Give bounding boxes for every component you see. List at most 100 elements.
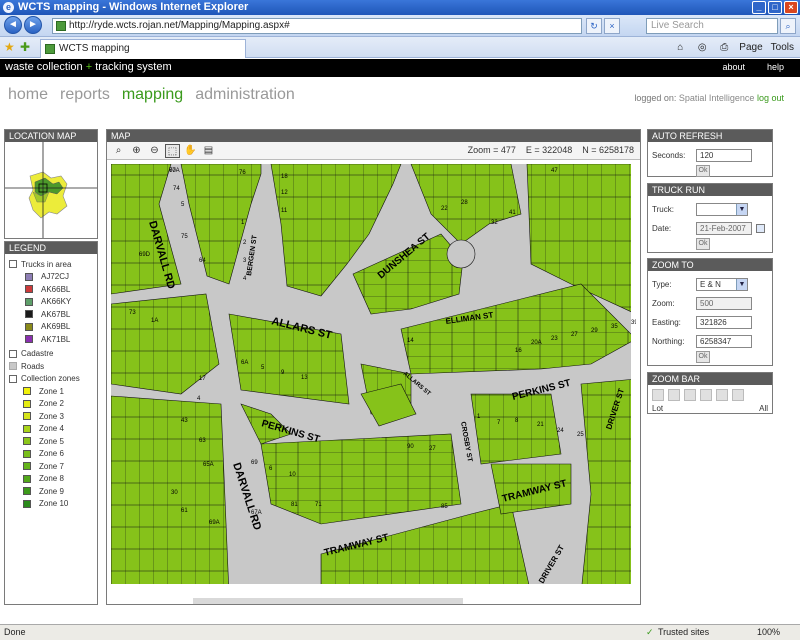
tab-page-icon [45, 44, 55, 54]
chevron-down-icon: ▼ [736, 204, 747, 215]
page-icon [56, 21, 66, 31]
site-header: waste collection + tracking system about… [0, 59, 800, 77]
map-toolbar: ⌕ ⊕ ⊖ ⬚ ✋ ▤ Zoom = 477 E = 322048 N = 62… [107, 142, 640, 160]
cadastre-checkbox[interactable] [9, 349, 17, 358]
zoom-to-title: ZOOM TO [648, 259, 772, 271]
page-menu[interactable]: Page [739, 40, 762, 55]
zoom-bar-steps [652, 389, 768, 401]
zoom-box-icon[interactable]: ⬚ [165, 144, 180, 158]
lot-number-label: 90 [407, 444, 414, 450]
close-icon[interactable]: × [784, 1, 798, 14]
minimize-icon[interactable]: _ [752, 1, 766, 14]
window-title: WCTS mapping - Windows Internet Explorer [18, 1, 249, 13]
seconds-input[interactable]: 120 [696, 149, 752, 162]
browser-tab[interactable]: WCTS mapping [40, 39, 246, 58]
feeds-icon[interactable]: ◎ [695, 40, 709, 54]
info-icon[interactable]: ▤ [201, 144, 216, 158]
lot-number-label: 64 [199, 258, 206, 264]
zoom-in-icon[interactable]: ⊕ [129, 144, 144, 158]
tab-bar: ★ ✚ WCTS mapping ⌂ ◎ ⎙ Page Tools [0, 37, 800, 58]
add-favorites-icon[interactable]: ✚ [20, 40, 30, 54]
legend-truck-row: AK66KY [9, 296, 97, 309]
truck-run-ok-button[interactable]: Ok [696, 238, 710, 250]
zoom-bar-step[interactable] [668, 389, 680, 401]
lot-number-label: 13 [301, 375, 308, 381]
truck-select[interactable]: ▼ [696, 203, 748, 216]
calendar-icon[interactable] [756, 224, 765, 233]
ie-logo-icon: e [3, 2, 14, 13]
zoom-bar-step[interactable] [652, 389, 664, 401]
auto-refresh-ok-row: Ok [652, 165, 768, 177]
logged-on-label: logged on: [634, 93, 677, 103]
forward-icon[interactable]: ► [24, 16, 42, 34]
trucks-checkbox[interactable] [9, 260, 17, 269]
home-icon[interactable]: ⌂ [673, 40, 687, 54]
search-placeholder: Live Search [651, 20, 704, 31]
map-view[interactable]: DARVALL RD ALLARS ST DUNSHEA ST ELLIMAN … [111, 164, 636, 594]
zoom-bar-step[interactable] [716, 389, 728, 401]
legend-zone-row: Zone 3 [9, 410, 97, 423]
zoom-to-ok-button[interactable]: Ok [696, 351, 710, 363]
truck-swatch [25, 335, 33, 344]
legend-zones-row[interactable]: Collection zones [9, 373, 97, 386]
maximize-icon[interactable]: □ [768, 1, 782, 14]
refresh-icon[interactable]: ↻ [586, 18, 602, 34]
zoom-to-body: Type: E & N ▼ Zoom: 500 Easting: 321826 … [648, 271, 772, 367]
print-icon[interactable]: ⎙ [717, 40, 731, 54]
lot-number-label: 22 [441, 206, 448, 212]
legend-trucks-row[interactable]: Trucks in area [9, 258, 97, 271]
back-icon[interactable]: ◄ [4, 16, 22, 34]
legend-zone-row: Zone 9 [9, 485, 97, 498]
nav-administration[interactable]: administration [195, 86, 295, 104]
date-row: Date: 21-Feb-2007 [652, 219, 768, 238]
url-field[interactable]: http://ryde.wcts.rojan.net/Mapping/Mappi… [52, 18, 582, 34]
zoom-bar-step[interactable] [684, 389, 696, 401]
zone-swatch [23, 499, 31, 508]
lot-number-label: 18 [281, 174, 288, 180]
favorites-star-icon[interactable]: ★ [4, 40, 15, 54]
stop-icon[interactable]: × [604, 18, 620, 34]
logout-link[interactable]: log out [757, 93, 784, 103]
lot-number-label: 69 [251, 460, 258, 466]
zoom-out-icon[interactable]: ⊖ [147, 144, 162, 158]
easting-input[interactable]: 321826 [696, 316, 752, 329]
nav-mapping[interactable]: mapping [122, 86, 183, 104]
legend-truck-row: AK71BL [9, 333, 97, 346]
zone-swatch [23, 424, 31, 433]
easting-readout: E = 322048 [525, 145, 573, 155]
legend-zone-row: Zone 6 [9, 448, 97, 461]
lot-number-label: 69D [139, 252, 151, 258]
zoom-extent-icon[interactable]: ⌕ [111, 144, 126, 158]
legend-panel: LEGEND Trucks in area AJ72CJ AK66BL AK66KY… [4, 241, 98, 605]
lot-number-label: 32 [491, 220, 498, 226]
auto-refresh-body: Seconds: 120 Ok [648, 142, 772, 181]
roads-label: Roads [21, 361, 45, 371]
street-label-crosby: CROSBY ST [459, 421, 473, 463]
zones-checkbox[interactable] [9, 374, 17, 383]
lot-number-label: 75 [181, 234, 188, 240]
map-scrollbar[interactable] [193, 598, 463, 604]
search-icon[interactable]: ⌕ [780, 18, 796, 34]
nav-home[interactable]: home [8, 86, 48, 104]
help-link[interactable]: help [767, 62, 784, 72]
auto-refresh-ok-button[interactable]: Ok [696, 165, 710, 177]
type-select[interactable]: E & N ▼ [696, 278, 748, 291]
pan-hand-icon[interactable]: ✋ [183, 144, 198, 158]
zoom-bar-step[interactable] [700, 389, 712, 401]
legend-cadastre-row[interactable]: Cadastre [9, 348, 97, 361]
search-input[interactable]: Live Search [646, 18, 778, 34]
zoom-level[interactable]: 100% [757, 625, 780, 640]
tools-menu[interactable]: Tools [771, 40, 794, 55]
lot-number-label: 85 [441, 504, 448, 510]
northing-input[interactable]: 6258347 [696, 335, 752, 348]
about-link[interactable]: about [722, 62, 745, 72]
nav-reports[interactable]: reports [60, 86, 110, 104]
zone-swatch [23, 399, 31, 408]
zoom-bar-step[interactable] [732, 389, 744, 401]
lot-number-label: 12 [281, 190, 288, 196]
zoom-bar-labels: Lot All [652, 404, 768, 413]
zoom-input[interactable]: 500 [696, 297, 752, 310]
legend-truck-row: AK66BL [9, 283, 97, 296]
date-input[interactable]: 21-Feb-2007 [696, 222, 752, 235]
location-map[interactable] [5, 142, 97, 238]
